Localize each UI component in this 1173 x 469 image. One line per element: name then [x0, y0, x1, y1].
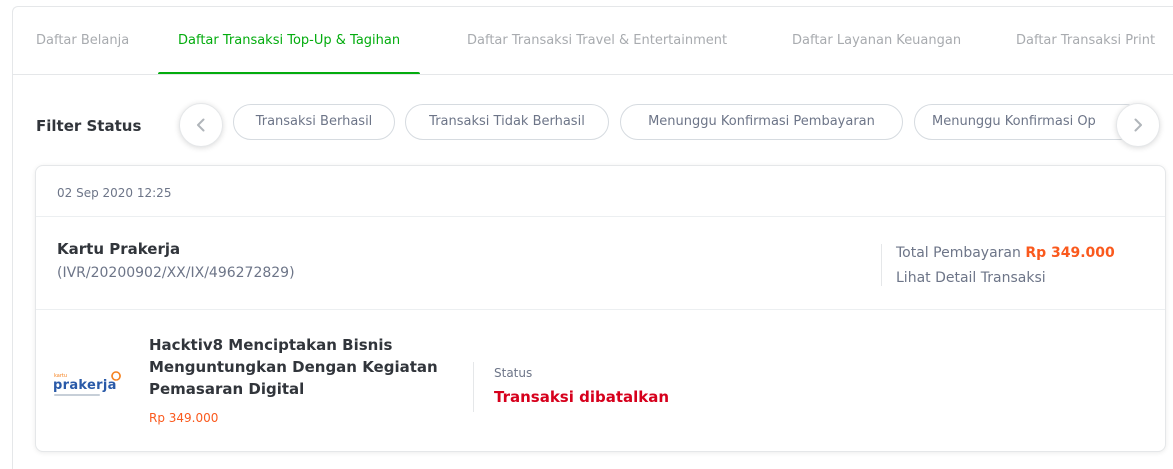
- chevron-left-icon: [197, 118, 205, 132]
- total-payment-label: Total Pembayaran: [896, 245, 1021, 261]
- svg-text:prakerja: prakerja: [53, 378, 117, 393]
- tab-travel-entertainment[interactable]: Daftar Transaksi Travel & Entertainment: [467, 7, 728, 74]
- total-payment-amount: Rp 349.000: [1025, 245, 1115, 261]
- course-price: Rp 349.000: [149, 411, 219, 425]
- status-badge: Transaksi dibatalkan: [494, 388, 670, 406]
- tab-label: Daftar Belanja: [36, 33, 130, 48]
- filter-prev-button[interactable]: [179, 103, 223, 147]
- tab-label: Daftar Transaksi Travel & Entertainment: [467, 33, 728, 48]
- transaction-date: 02 Sep 2020 12:25: [57, 186, 172, 200]
- status-label: Status: [494, 366, 533, 380]
- course-title[interactable]: Hacktiv8 Menciptakan Bisnis Menguntungka…: [149, 334, 439, 400]
- filter-status-label: Filter Status: [36, 117, 142, 135]
- total-payment: Total Pembayaran Rp 349.000: [896, 245, 1115, 261]
- view-transaction-detail-link[interactable]: Lihat Detail Transaksi: [896, 270, 1046, 286]
- transaction-panel: Daftar Belanja Daftar Transaksi Top-Up &…: [12, 6, 1173, 469]
- divider: [36, 216, 1165, 217]
- active-tab-indicator: [158, 72, 421, 74]
- chip-menunggu-konfirmasi-pembayaran[interactable]: Menunggu Konfirmasi Pembayaran: [620, 104, 903, 140]
- divider: [473, 362, 474, 412]
- tab-daftar-belanja[interactable]: Daftar Belanja: [36, 7, 130, 74]
- tab-top-up-tagihan[interactable]: Daftar Transaksi Top-Up & Tagihan: [158, 7, 421, 74]
- chip-transaksi-tidak-berhasil[interactable]: Transaksi Tidak Berhasil: [405, 104, 609, 140]
- chevron-right-icon: [1134, 118, 1142, 132]
- chip-transaksi-berhasil[interactable]: Transaksi Berhasil: [233, 104, 395, 140]
- tab-bar: Daftar Belanja Daftar Transaksi Top-Up &…: [13, 7, 1173, 75]
- tab-label: Daftar Layanan Keuangan: [792, 33, 962, 48]
- tab-label: Daftar Transaksi Print: [1016, 33, 1156, 48]
- tab-label: Daftar Transaksi Top-Up & Tagihan: [178, 33, 401, 48]
- divider: [881, 244, 882, 286]
- invoice-number: (IVR/20200902/XX/IX/496272829): [57, 265, 295, 281]
- divider: [36, 309, 1165, 310]
- tab-transaksi-print[interactable]: Daftar Transaksi Print: [1016, 7, 1156, 74]
- kartu-prakerja-logo: kartu prakerja: [53, 371, 121, 396]
- chip-menunggu-konfirmasi-op[interactable]: Menunggu Konfirmasi Op: [914, 104, 1144, 140]
- tab-layanan-keuangan[interactable]: Daftar Layanan Keuangan: [792, 7, 962, 74]
- filter-next-button[interactable]: [1116, 103, 1160, 147]
- filter-chip-scroller: Transaksi Berhasil Transaksi Tidak Berha…: [177, 98, 1172, 150]
- transaction-card: 02 Sep 2020 12:25 Kartu Prakerja (IVR/20…: [35, 165, 1166, 452]
- product-name: Kartu Prakerja: [57, 240, 181, 258]
